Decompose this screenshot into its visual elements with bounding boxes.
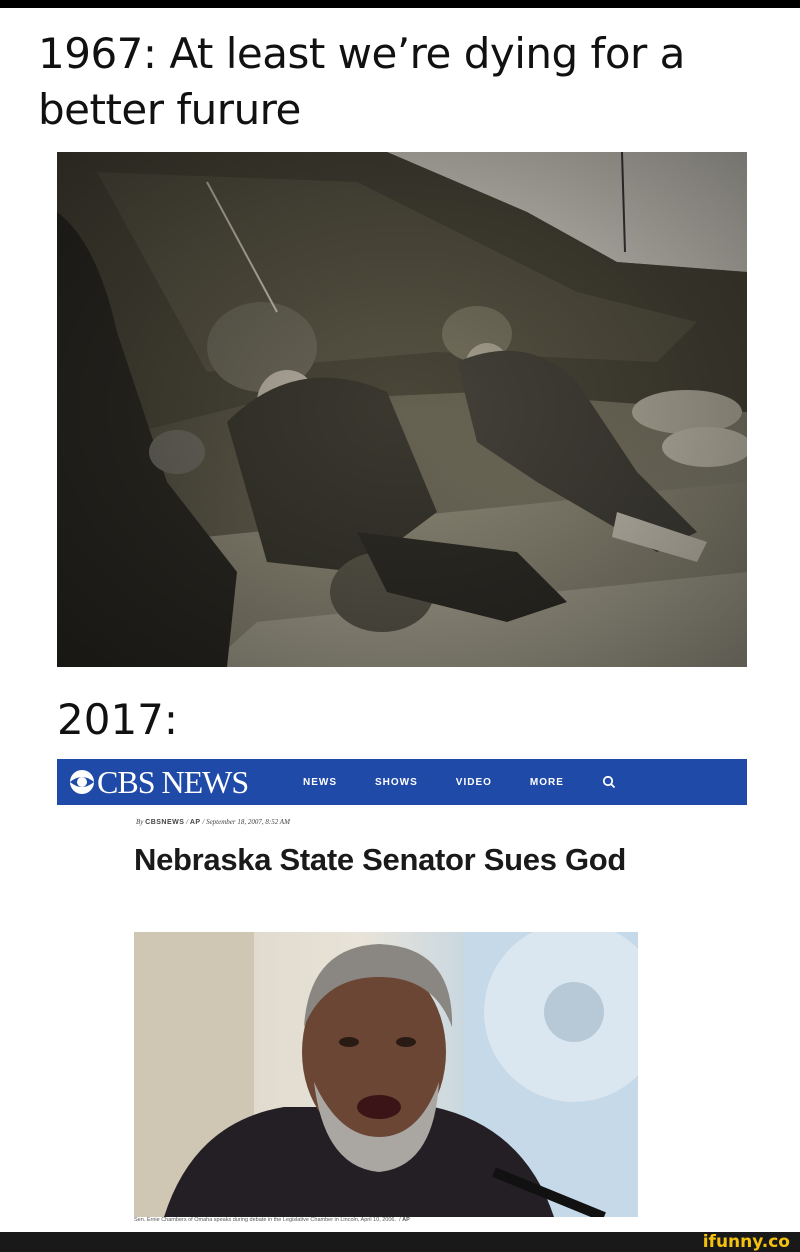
caption-2017: 2017: xyxy=(57,695,179,744)
ifunny-watermark: ifunny.co xyxy=(702,1232,790,1252)
cbs-news-logo[interactable]: CBS NEWS xyxy=(69,764,279,801)
photo-caption-text: Sen. Ernie Chambers of Omaha speaks duri… xyxy=(134,1217,397,1223)
article-byline: By CBSNEWS / AP / September 18, 2007, 8:… xyxy=(136,818,290,826)
vietnam-war-photo xyxy=(57,152,747,667)
byline-date: September 18, 2007, 8:52 AM xyxy=(206,818,290,826)
top-border xyxy=(0,0,800,8)
nav-video[interactable]: VIDEO xyxy=(456,777,492,788)
cbs-eye-icon xyxy=(70,770,94,794)
photo-credit: AP xyxy=(402,1217,410,1223)
nav-news[interactable]: NEWS xyxy=(303,777,337,788)
byline-by: By xyxy=(136,818,144,826)
vietnam-photo-art xyxy=(57,152,747,667)
byline-source[interactable]: CBSNEWS xyxy=(145,819,184,826)
byline-ap: AP xyxy=(189,819,201,826)
nav-shows[interactable]: SHOWS xyxy=(375,777,418,788)
cbs-nav: NEWS SHOWS VIDEO MORE xyxy=(303,775,616,789)
watermark-bar: ifunny.co xyxy=(0,1232,800,1252)
senator-photo-art xyxy=(134,932,638,1217)
caption-1967: 1967: At least we’re dying for a better … xyxy=(38,29,685,134)
cbs-news-header: CBS NEWS NEWS SHOWS VIDEO MORE xyxy=(57,759,747,805)
senator-photo xyxy=(134,932,638,1217)
article-headline: Nebraska State Senator Sues God xyxy=(134,842,627,877)
senator-photo-caption: Sen. Ernie Chambers of Omaha speaks duri… xyxy=(134,1217,410,1223)
search-icon[interactable] xyxy=(602,775,616,789)
cbs-logo-text: CBS NEWS xyxy=(97,763,249,800)
nav-more[interactable]: MORE xyxy=(530,777,564,788)
